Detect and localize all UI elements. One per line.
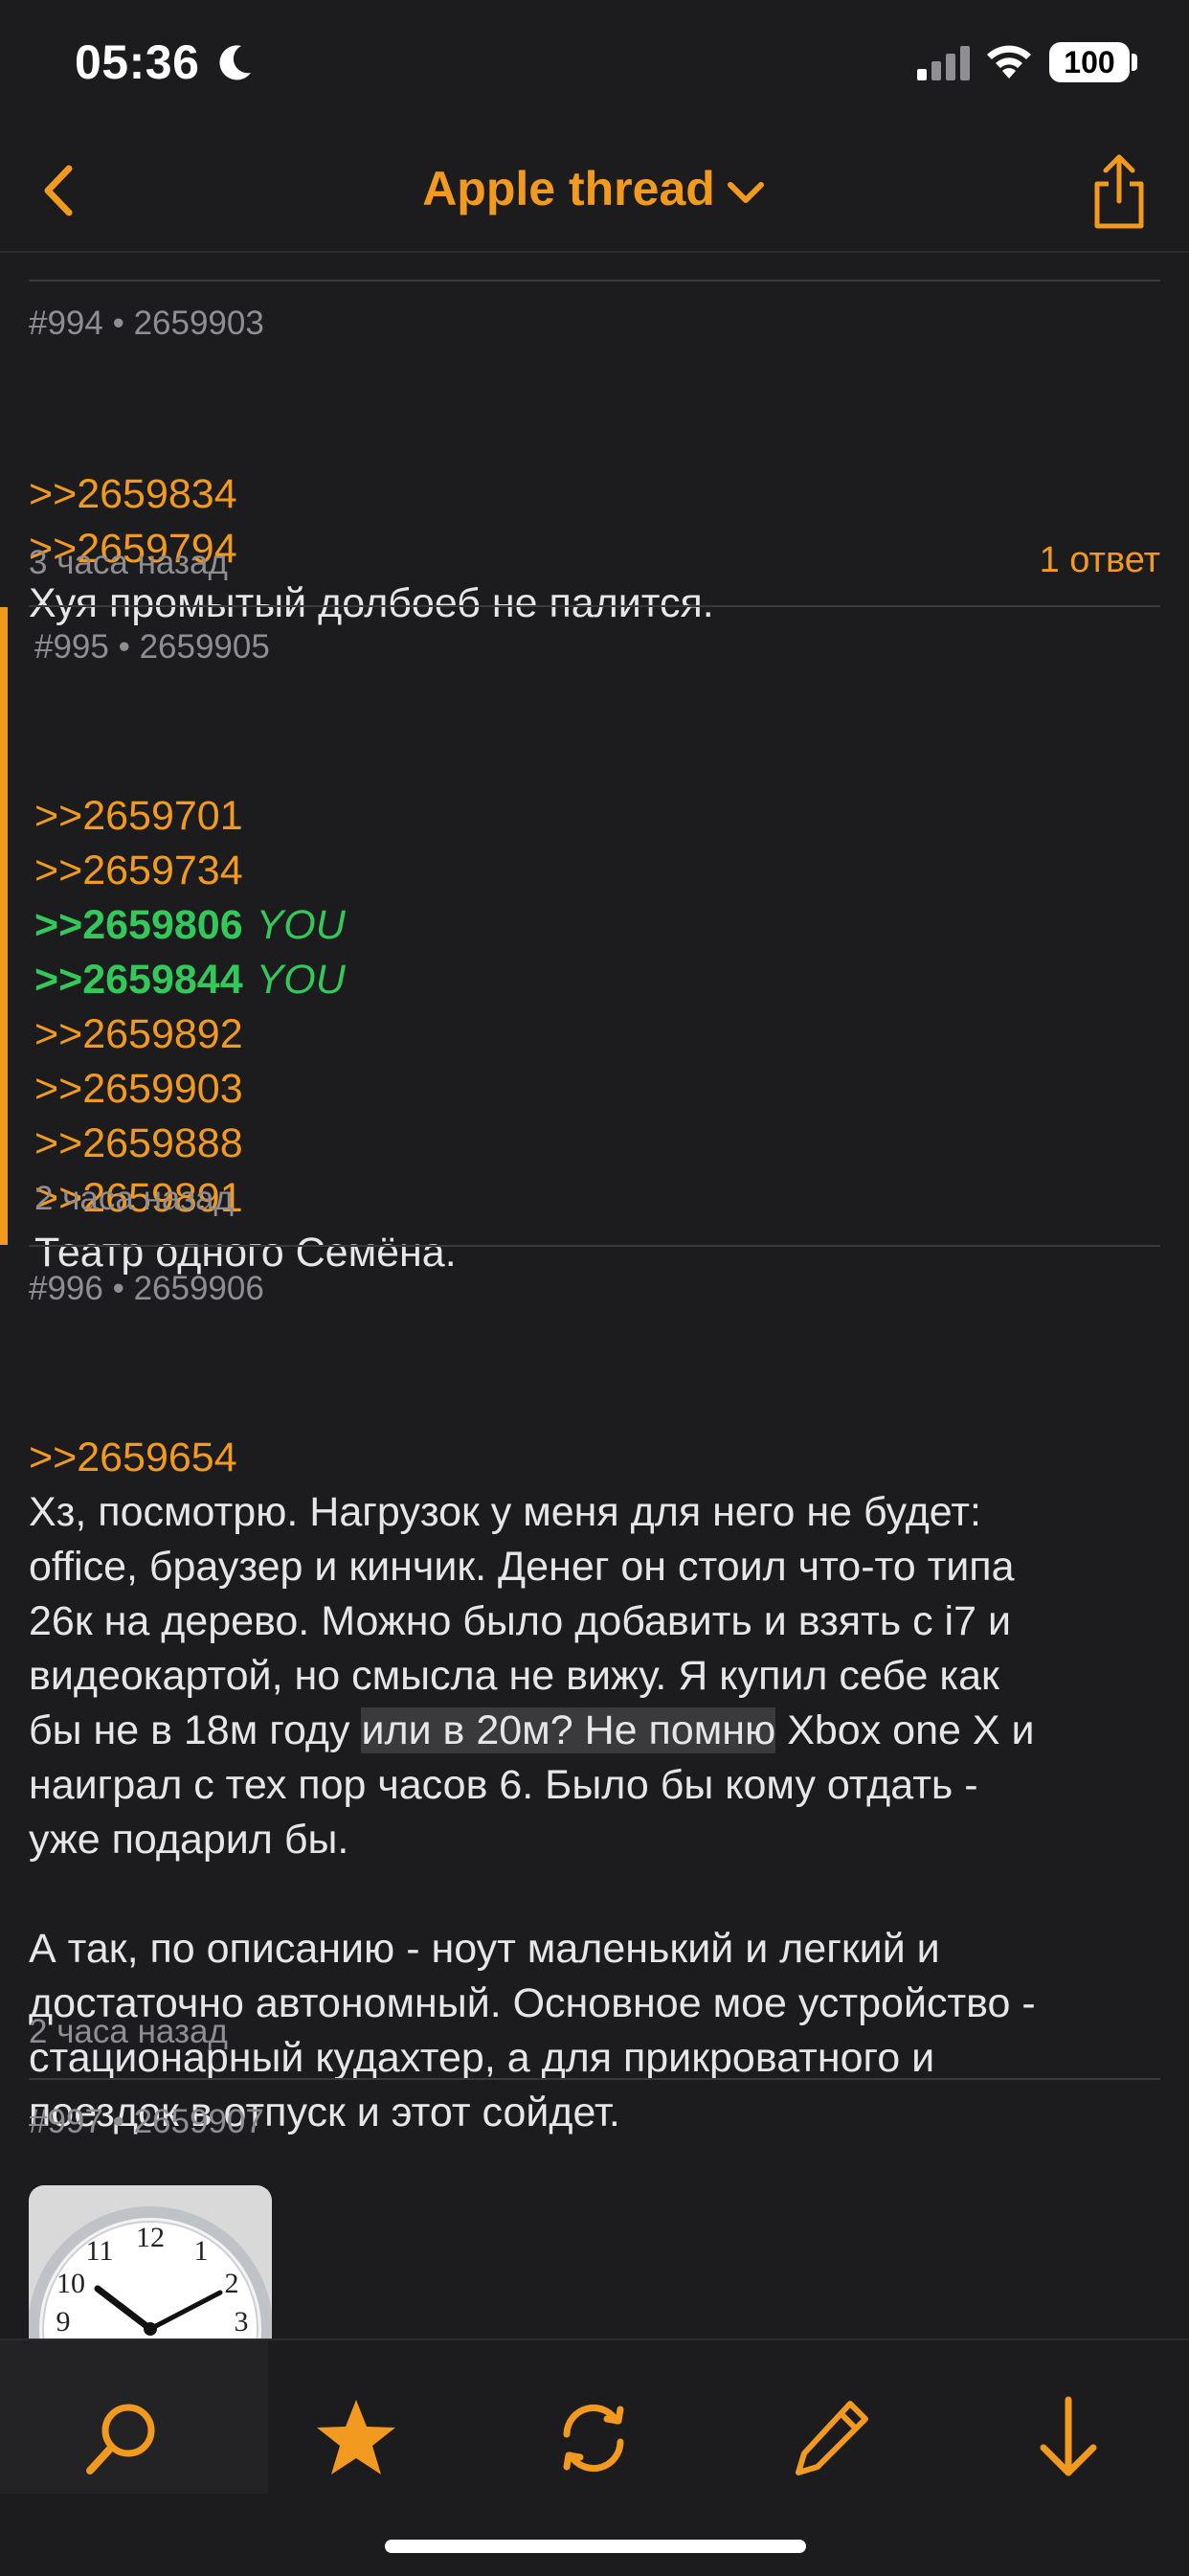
you-tag: YOU (256, 957, 346, 1003)
reply-link[interactable]: >>2659892 (34, 1007, 1164, 1062)
reply-link-you[interactable]: >>2659806 YOU (34, 898, 1164, 953)
replies-link[interactable]: 1 ответ (1040, 540, 1160, 581)
navigation-bar: Apple thread (0, 134, 1189, 253)
post-994[interactable]: #994 • 2659903 >>2659834 >>2659794 Хуя про… (0, 282, 1189, 626)
thread-title: Apple thread (422, 162, 715, 215)
post-header: #995 • 2659905 (34, 628, 270, 666)
reply-link[interactable]: >>2659654 (29, 1431, 1158, 1485)
highlighted-text: или в 20м? Не помню (361, 1707, 776, 1753)
svg-text:12: 12 (136, 2222, 165, 2253)
search-icon[interactable] (73, 2390, 168, 2486)
reply-link-text: >>2659844 (34, 957, 243, 1003)
reply-link[interactable]: >>2659888 (34, 1117, 1164, 1171)
signal-icon (917, 46, 970, 80)
arrow-down-icon[interactable] (1021, 2390, 1116, 2486)
battery-tip (1132, 54, 1137, 71)
reply-link-text: >>2659806 (34, 902, 243, 948)
wifi-icon (987, 45, 1031, 79)
star-icon[interactable] (308, 2390, 404, 2486)
post-997[interactable]: #997 • 2659907 12 1 2 3 11 10 9 (0, 2080, 1189, 2339)
moon-icon (219, 45, 251, 80)
status-bar: 05:36 100 (0, 0, 1189, 134)
post-995[interactable]: #995 • 2659905 >>2659701 >>2659734 >>26598… (0, 607, 1189, 1276)
image-thumbnail[interactable]: 12 1 2 3 11 10 9 (29, 2185, 272, 2339)
post-header: #997 • 2659907 (29, 2103, 264, 2140)
reply-link[interactable]: >>2659734 (34, 844, 1164, 898)
post-time: 2 часа назад (34, 1180, 234, 1217)
chevron-down-icon (727, 181, 764, 203)
svg-text:10: 10 (56, 2268, 85, 2299)
post-body: >>2659654 Хз, посмотрю. Нагрузок у меня д… (29, 1322, 1158, 2195)
home-indicator (385, 2540, 806, 2553)
svg-text:3: 3 (235, 2306, 249, 2338)
post-text: Xbox one X и наиграл с тех пор часов 6. … (29, 1707, 1036, 2135)
post-time: 3 часа назад (29, 544, 228, 581)
you-tag: YOU (256, 902, 346, 948)
pencil-icon[interactable] (783, 2390, 879, 2486)
status-time: 05:36 (75, 35, 200, 89)
battery-indicator: 100 (1049, 42, 1130, 82)
clock-image: 12 1 2 3 11 10 9 (29, 2206, 272, 2339)
refresh-icon[interactable] (546, 2390, 641, 2486)
svg-text:2: 2 (225, 2268, 239, 2299)
reply-link[interactable]: >>2659701 (34, 789, 1164, 844)
svg-text:1: 1 (194, 2235, 209, 2267)
reply-link-you[interactable]: >>2659844 YOU (34, 953, 1164, 1007)
post-header: #994 • 2659903 (29, 305, 264, 342)
post-header: #996 • 2659906 (29, 1270, 264, 1307)
share-icon[interactable] (1088, 151, 1151, 232)
svg-text:9: 9 (56, 2306, 71, 2338)
thread-content[interactable]: #994 • 2659903 >>2659834 >>2659794 Хуя про… (0, 251, 1189, 2339)
thread-title-button[interactable]: Apple thread (0, 161, 1189, 216)
reply-link[interactable]: >>2659834 (29, 467, 1158, 522)
post-time: 2 часа назад (29, 2013, 228, 2050)
reply-link[interactable]: >>2659903 (34, 1062, 1164, 1117)
post-996[interactable]: #996 • 2659906 >>2659654 Хз, посмотрю. На… (0, 1247, 1189, 2135)
svg-text:11: 11 (86, 2235, 114, 2267)
post-body: >>2659701 >>2659734 >>2659806 YOU >>2659844 Y… (34, 680, 1164, 1335)
